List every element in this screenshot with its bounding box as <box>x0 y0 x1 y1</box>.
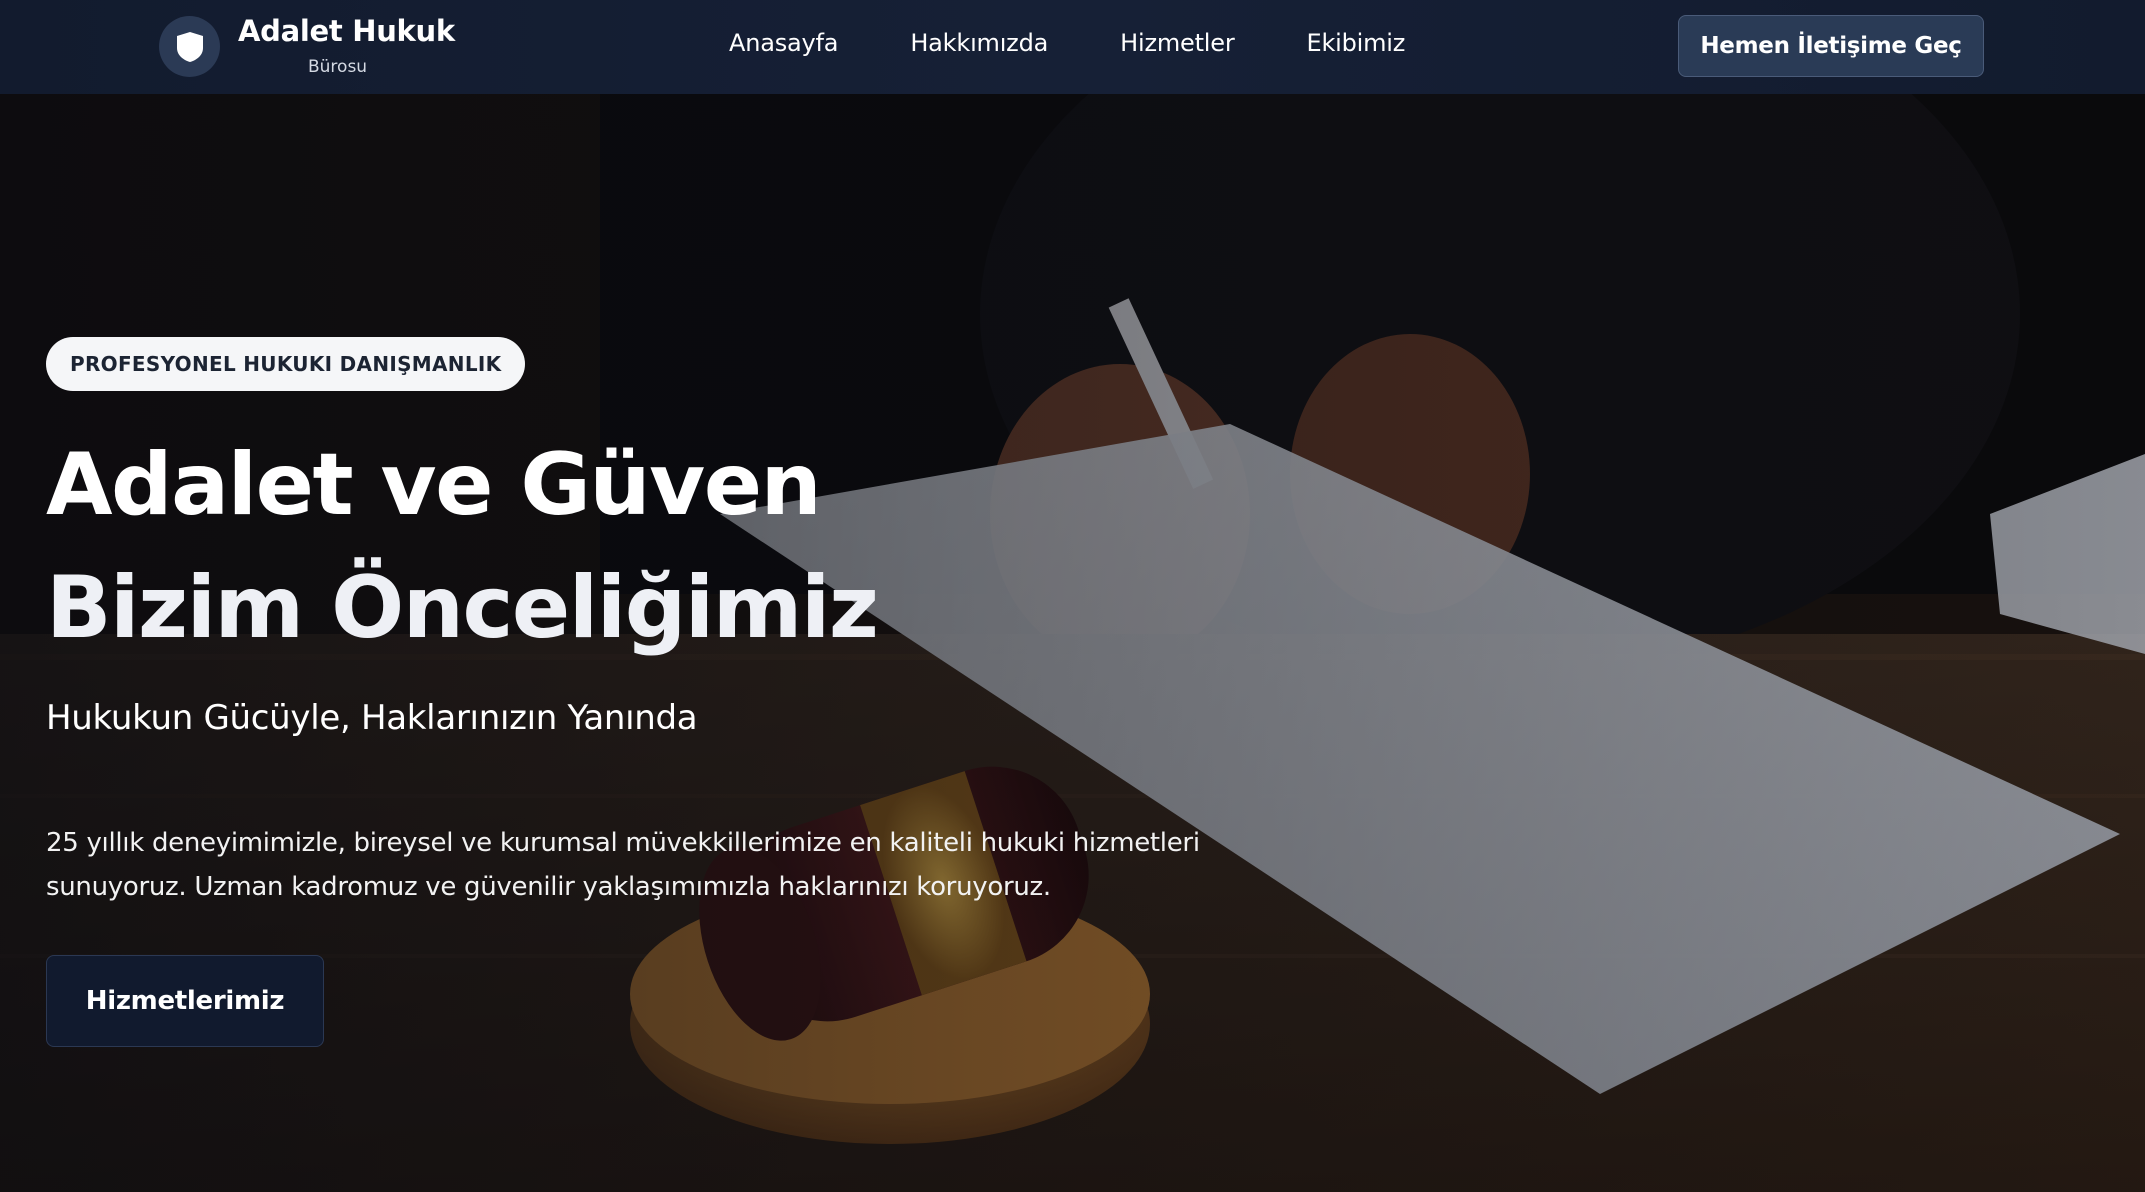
hero-subtitle: Hukukun Gücüyle, Haklarınızın Yanında <box>46 698 698 738</box>
hero-section: PROFESYONEL HUKUKI DANIŞMANLIK Adalet ve… <box>0 94 2145 1192</box>
contact-now-button[interactable]: Hemen İletişime Geç <box>1678 15 1984 77</box>
brand-name[interactable]: Adalet Hukuk <box>238 14 455 48</box>
hero-title-line2: Bizim Önceliğimiz <box>46 558 879 658</box>
shield-icon <box>176 31 203 62</box>
nav-link-services[interactable]: Hizmetler <box>1120 29 1235 57</box>
nav-link-home[interactable]: Anasayfa <box>729 29 839 57</box>
hero-description: 25 yıllık deneyimimizle, bireysel ve kur… <box>46 828 1200 902</box>
hero-title: Adalet ve Güven Bizim Önceliğimiz <box>46 424 879 670</box>
hero-title-line1: Adalet ve Güven <box>46 435 822 535</box>
logo-shield-icon[interactable] <box>159 16 220 77</box>
main-nav: Anasayfa Hakkımızda Hizmetler Ekibimiz <box>729 29 1405 57</box>
our-services-button[interactable]: Hizmetlerimiz <box>46 955 324 1047</box>
brand-subtitle: Bürosu <box>308 57 368 77</box>
nav-link-team[interactable]: Ekibimiz <box>1307 29 1406 57</box>
nav-link-about[interactable]: Hakkımızda <box>910 29 1048 57</box>
hero-badge: PROFESYONEL HUKUKI DANIŞMANLIK <box>46 337 526 391</box>
top-navbar: Adalet Hukuk Bürosu Anasayfa Hakkımızda … <box>0 0 2145 94</box>
